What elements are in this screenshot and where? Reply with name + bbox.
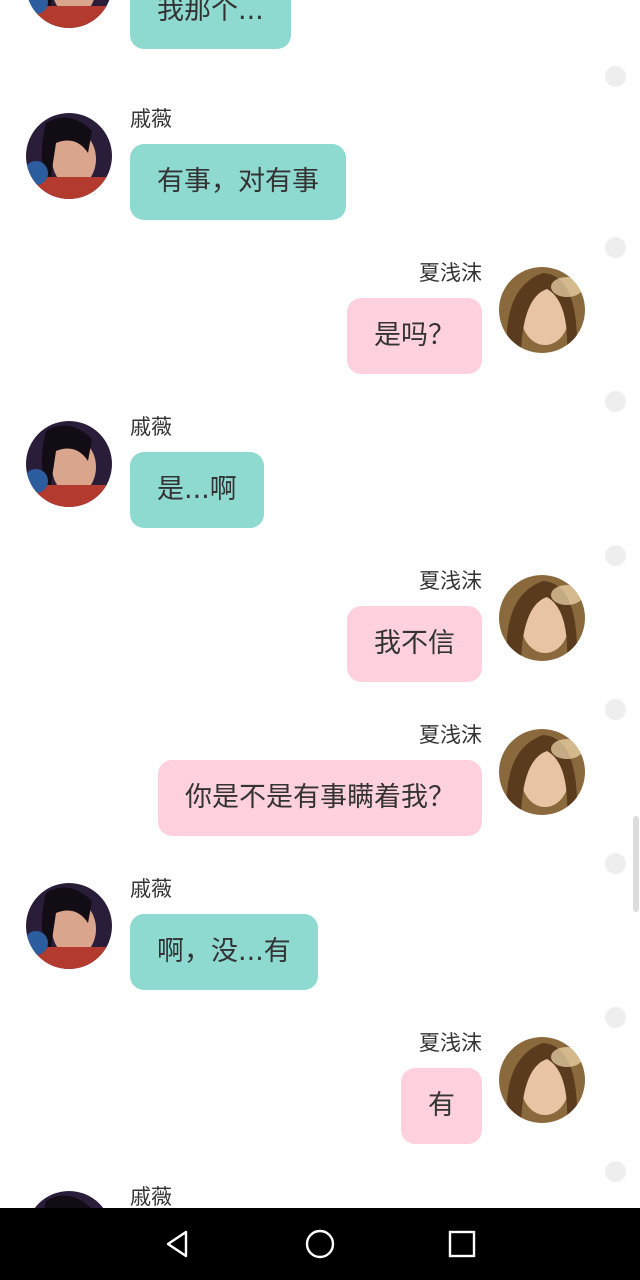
message-status-dot — [605, 66, 626, 87]
message-bubble[interactable]: 是吗？ — [347, 298, 482, 374]
avatar-qiwei[interactable] — [26, 421, 112, 507]
avatar-xiaqianmo[interactable] — [499, 267, 585, 353]
avatar-qiwei[interactable] — [26, 883, 112, 969]
sender-name: 夏浅沫 — [419, 261, 482, 285]
message-bubble[interactable]: 有事，对有事 — [130, 144, 346, 220]
home-circle-icon[interactable] — [300, 1224, 340, 1264]
sender-name: 戚薇 — [130, 415, 172, 439]
avatar-qiwei[interactable] — [26, 0, 112, 28]
avatar-qiwei[interactable] — [26, 1191, 112, 1208]
message-left: 戚薇 — [0, 1171, 640, 1208]
sender-name: 夏浅沫 — [419, 1031, 482, 1055]
message-right: 夏浅沫 你是不是有事瞒着我？ — [0, 709, 640, 874]
sender-name: 戚薇 — [130, 1185, 172, 1208]
avatar-xiaqianmo[interactable] — [499, 575, 585, 661]
scrollbar[interactable] — [633, 816, 639, 912]
navigation-bar — [0, 1208, 640, 1280]
message-bubble[interactable]: 是...啊 — [130, 452, 264, 528]
avatar-xiaqianmo[interactable] — [499, 1037, 585, 1123]
recents-square-icon[interactable] — [442, 1224, 482, 1264]
avatar-xiaqianmo[interactable] — [499, 729, 585, 815]
message-left: 戚薇 是...啊 — [0, 401, 640, 566]
back-triangle-icon[interactable] — [158, 1224, 198, 1264]
avatar-qiwei[interactable] — [26, 113, 112, 199]
message-left: 戚薇 有事，对有事 — [0, 93, 640, 258]
message-right: 夏浅沫 有 — [0, 1017, 640, 1182]
message-left: 我那个... — [0, 0, 640, 87]
sender-name: 戚薇 — [130, 107, 172, 131]
message-bubble[interactable]: 有 — [401, 1068, 482, 1144]
message-left: 戚薇 啊，没...有 — [0, 863, 640, 1028]
sender-name: 夏浅沫 — [419, 723, 482, 747]
message-bubble[interactable]: 你是不是有事瞒着我？ — [158, 760, 482, 836]
chat-list[interactable]: 我那个... 戚薇 有事，对有事 夏浅沫 是吗？ 戚薇 是...啊 夏浅沫 我不… — [0, 0, 640, 1208]
message-right: 夏浅沫 我不信 — [0, 555, 640, 720]
sender-name: 夏浅沫 — [419, 569, 482, 593]
message-bubble[interactable]: 我那个... — [130, 0, 291, 49]
message-bubble[interactable]: 我不信 — [347, 606, 482, 682]
sender-name: 戚薇 — [130, 877, 172, 901]
message-right: 夏浅沫 是吗？ — [0, 247, 640, 412]
message-bubble[interactable]: 啊，没...有 — [130, 914, 318, 990]
